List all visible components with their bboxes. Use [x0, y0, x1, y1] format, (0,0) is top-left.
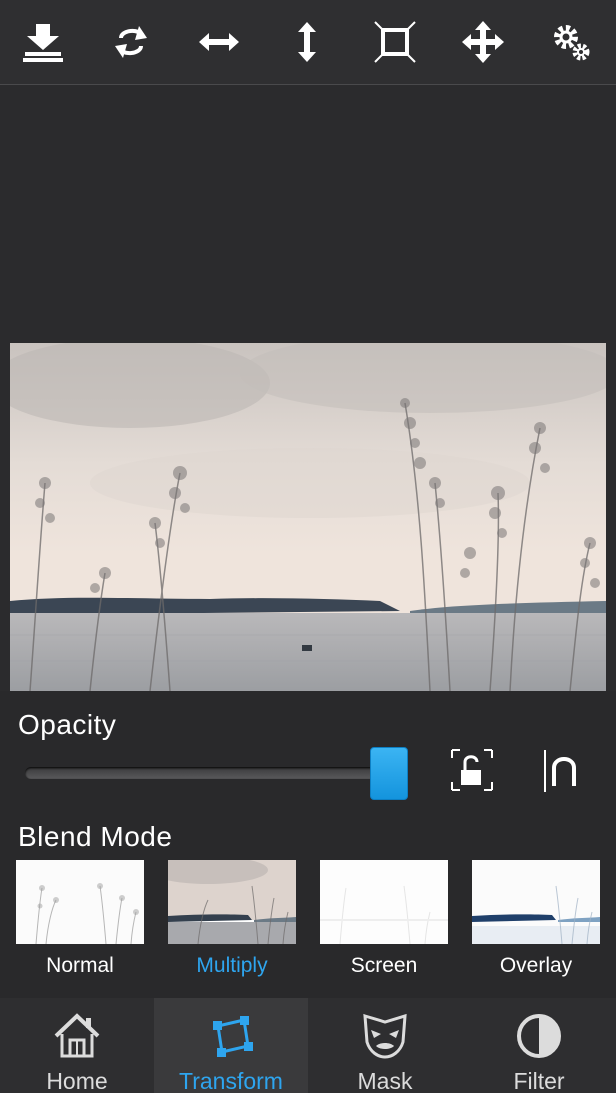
- blend-mode-normal[interactable]: Normal: [16, 860, 144, 978]
- tab-transform-label: Transform: [179, 1068, 283, 1093]
- blend-thumb-screen: [320, 860, 448, 944]
- tab-home[interactable]: Home: [0, 998, 154, 1093]
- mask-icon: [363, 1013, 407, 1059]
- top-toolbar: [0, 0, 616, 85]
- blend-mode-label: Blend Mode: [18, 821, 173, 852]
- blend-thumb-multiply: [168, 860, 296, 944]
- opacity-slider-thumb[interactable]: [370, 747, 408, 800]
- bottom-tab-bar: Home Transform Mask Filter: [0, 998, 616, 1093]
- editing-canvas[interactable]: [0, 86, 616, 691]
- blend-thumb-overlay: [472, 860, 600, 944]
- blend-label-screen: Screen: [350, 954, 418, 977]
- lock-aspect-button[interactable]: [448, 746, 496, 794]
- magnet-icon: [544, 750, 576, 792]
- opacity-slider-track[interactable]: [25, 767, 385, 779]
- tab-transform[interactable]: Transform: [154, 998, 308, 1093]
- flip-vertical-button[interactable]: [280, 14, 334, 70]
- move-icon: [462, 21, 504, 63]
- blend-label-normal: Normal: [46, 954, 114, 977]
- tab-mask[interactable]: Mask: [308, 998, 462, 1093]
- layer-photo[interactable]: [10, 343, 606, 691]
- blend-label-multiply: Multiply: [196, 954, 268, 977]
- unlock-icon: [451, 749, 493, 791]
- blend-label-overlay: Overlay: [499, 954, 573, 977]
- move-button[interactable]: [456, 14, 510, 70]
- blend-thumb-normal: [16, 860, 144, 944]
- filter-icon: [517, 1014, 561, 1058]
- tab-filter[interactable]: Filter: [462, 998, 616, 1093]
- tab-home-label: Home: [46, 1068, 108, 1093]
- blend-mode-overlay[interactable]: Overlay: [472, 860, 600, 978]
- download-icon: [23, 24, 63, 62]
- lake-photo-image: [10, 343, 606, 691]
- tab-filter-label: Filter: [513, 1068, 565, 1093]
- settings-button[interactable]: [544, 14, 598, 70]
- flip-vertical-icon: [298, 22, 316, 62]
- download-button[interactable]: [16, 14, 70, 70]
- blend-mode-multiply[interactable]: Multiply: [168, 860, 296, 978]
- magnet-snap-button[interactable]: [538, 746, 586, 794]
- transform-icon: [213, 1016, 253, 1057]
- rotate-icon: [115, 26, 147, 58]
- flip-horizontal-button[interactable]: [192, 14, 246, 70]
- fit-to-frame-button[interactable]: [368, 14, 422, 70]
- rotate-button[interactable]: [104, 14, 158, 70]
- tab-mask-label: Mask: [357, 1068, 413, 1093]
- layer-controls-panel: Opacity Blend Mode Normal Multiply Scree…: [0, 691, 616, 998]
- opacity-label: Opacity: [18, 709, 117, 740]
- flip-horizontal-icon: [199, 33, 239, 51]
- blend-mode-screen[interactable]: Screen: [320, 860, 448, 978]
- fit-to-frame-icon: [374, 21, 416, 63]
- home-icon: [54, 1013, 100, 1058]
- settings-gears-icon: [554, 25, 590, 61]
